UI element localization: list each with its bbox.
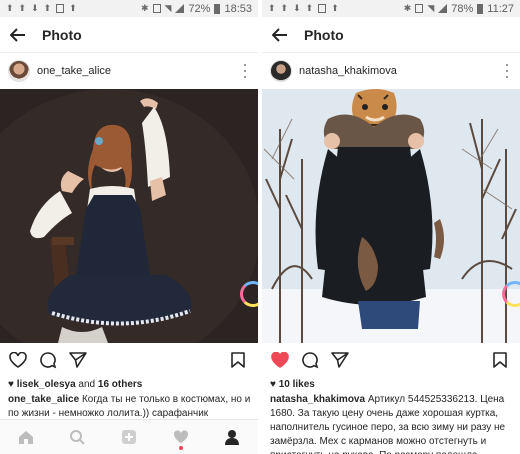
caption-username[interactable]: one_take_alice [8,394,79,405]
caption: one_take_alice Когда ты не только в кост… [8,393,252,421]
share-button[interactable] [330,350,350,370]
clock: 18:53 [224,2,252,15]
likes-count[interactable]: 10 likes [279,379,315,390]
nav-add[interactable] [116,424,142,450]
likes-line: ♥ 10 likes [270,379,315,390]
status-bar: ⬆ ⬆ ⬇ ⬆ ⬆ ✱ ◥ 78% 11:27 [262,0,520,17]
bluetooth-icon: ✱ [403,3,412,13]
app-bar: Photo [0,17,258,53]
nav-profile[interactable] [219,424,245,450]
bookmark-icon [493,351,507,368]
back-button[interactable] [8,25,28,45]
nav-home[interactable] [13,424,39,450]
upload-icon: ⬆ [280,3,289,13]
avatar[interactable] [270,60,292,82]
bluetooth-icon: ✱ [140,3,149,13]
username-link[interactable]: one_take_alice [37,65,240,77]
send-icon [69,351,87,368]
back-button[interactable] [270,25,290,45]
wifi-icon: ◥ [164,3,172,13]
notification-icons: ⬆ ⬆ ⬇ ⬆ ⬆ [6,4,77,13]
clock: 11:27 [487,2,514,15]
nfc-icon [152,4,161,13]
upload-icon: ⬆ [268,3,276,13]
arrow-left-icon [272,27,287,42]
more-options-button[interactable] [240,64,250,78]
home-icon [18,431,33,444]
send-icon [331,351,349,368]
notification-icons: ⬆ ⬆ ⬇ ⬆ ⬆ [268,4,339,13]
upload-icon: ⬆ [43,3,52,13]
bookmark-button[interactable] [490,350,510,370]
battery-percent: 72% [188,2,211,15]
screen-left: ⬆ ⬆ ⬇ ⬆ ⬆ ✱ ◥ 72% 18:53 Photo one_take_a… [0,0,258,454]
post-photo[interactable] [0,89,258,343]
status-bar: ⬆ ⬆ ⬇ ⬆ ⬆ ✱ ◥ 72% 18:53 [0,0,258,17]
page-title: Photo [42,26,82,43]
likes-and: and [75,379,98,390]
comment-icon [40,351,57,368]
battery-icon [214,3,221,14]
bookmark-icon [231,351,245,368]
more-options-button[interactable] [502,64,512,78]
heart-icon [9,351,27,368]
liked-by-heart-icon: ♥ [270,379,276,390]
photo-girl-in-dress [0,89,258,343]
share-button[interactable] [68,350,88,370]
download-icon: ⬇ [293,3,301,13]
post-photo[interactable] [262,89,520,343]
comment-button[interactable] [38,350,58,370]
screen-right: ⬆ ⬆ ⬇ ⬆ ⬆ ✱ ◥ 78% 11:27 Photo natasha_kh… [262,0,520,454]
post-actions [262,343,520,376]
battery-icon [477,3,484,14]
likes-line: ♥ lisek_olesya and 16 others [8,379,142,390]
liked-by-user[interactable]: lisek_olesya [17,379,76,390]
caption-username[interactable]: natasha_khakimova [270,394,365,405]
notification-dot [178,446,183,450]
wifi-icon: ◥ [427,3,435,13]
notification-box-icon [318,4,327,13]
upload-icon: ⬆ [331,3,339,13]
upload-icon: ⬆ [18,3,27,13]
nfc-icon [415,4,424,13]
like-button[interactable] [270,350,290,370]
post-actions [0,343,258,376]
upload-icon: ⬆ [69,3,77,13]
likes-others[interactable]: 16 others [98,379,142,390]
post-header: natasha_khakimova [262,53,520,89]
battery-percent: 78% [451,2,474,15]
caption: natasha_khakimova Артикул 544525336213. … [270,393,514,454]
post-header: one_take_alice [0,53,258,89]
nav-activity[interactable] [168,424,194,450]
signal-icon [175,4,185,13]
arrow-left-icon [10,27,25,42]
notification-box-icon [56,4,65,13]
avatar[interactable] [8,60,30,82]
upload-icon: ⬆ [6,3,14,13]
profile-icon [225,430,240,445]
heart-icon [271,351,289,368]
comment-icon [302,351,319,368]
photo-woman-in-winter-coat [262,89,520,343]
nav-search[interactable] [64,424,90,450]
comment-button[interactable] [300,350,320,370]
more-vertical-icon [506,64,508,66]
search-icon [70,430,86,445]
bookmark-button[interactable] [228,350,248,370]
liked-by-heart-icon: ♥ [8,379,14,390]
like-button[interactable] [8,350,28,370]
signal-icon [438,4,448,13]
download-icon: ⬇ [31,3,39,13]
bottom-nav [0,419,258,454]
more-vertical-icon [244,64,246,66]
username-link[interactable]: natasha_khakimova [299,65,502,77]
heart-icon [173,430,188,444]
app-bar: Photo [262,17,520,53]
add-icon [121,430,136,444]
page-title: Photo [304,26,344,43]
upload-icon: ⬆ [305,3,314,13]
